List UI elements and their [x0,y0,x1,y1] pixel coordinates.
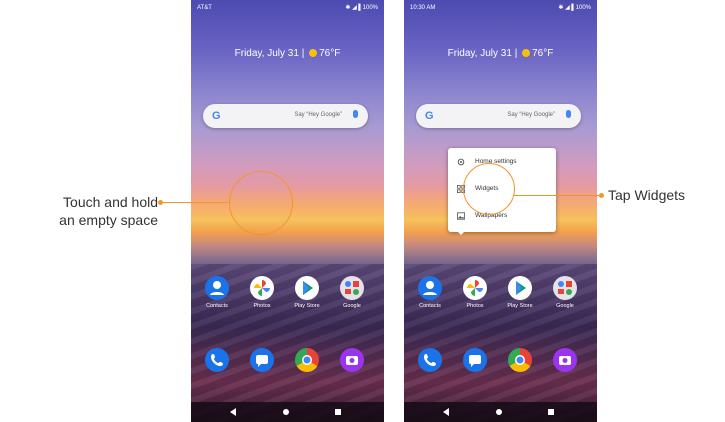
wallpaper-icon [457,212,465,220]
play-store-icon [295,276,319,300]
status-icons: ✱ ◢ ▌100% [345,5,378,11]
back-icon[interactable] [230,408,236,416]
contacts-icon [418,276,442,300]
gear-icon [457,158,465,166]
dock-messages[interactable] [240,348,284,372]
app-row: Contacts Photos Play Store Google [191,276,384,318]
messages-icon [463,348,487,372]
chrome-icon [508,348,532,372]
menu-pointer [457,231,465,235]
callout-left: Touch and hold an empty space [10,193,158,229]
app-label: Google [343,303,361,309]
callout-left-line1: Touch and hold [63,194,158,210]
phone-icon [418,348,442,372]
photos-icon [463,276,487,300]
home-icon[interactable] [283,409,289,415]
app-label: Play Store [507,303,533,309]
back-icon[interactable] [443,408,449,416]
clock-label: 10:30 AM [410,5,436,11]
at-a-glance-widget[interactable]: Friday, July 31 | 76°F [191,48,384,59]
google-folder-icon [553,276,577,300]
callout-left-leader [160,202,230,203]
microphone-icon[interactable] [353,110,358,118]
navigation-bar [404,402,597,422]
dock-phone[interactable] [408,348,452,372]
navigation-bar [191,402,384,422]
search-placeholder: Say “Hey Google” [294,112,342,118]
recents-icon[interactable] [335,409,341,415]
glance-separator: | [301,48,305,59]
camera-icon [340,348,364,372]
tap-indicator-circle [463,163,515,215]
callout-left-dot [158,200,163,205]
app-label: Play Store [294,303,320,309]
app-label: Photos [466,303,484,309]
status-bar: 10:30 AM ✱ ◢ ▌100% [404,0,597,16]
app-label: Contacts [206,303,228,309]
google-folder-icon [340,276,364,300]
play-store-icon [508,276,532,300]
google-search-bar[interactable]: G Say “Hey Google” [203,104,368,128]
app-google-folder[interactable]: Google [543,276,587,309]
dock-camera[interactable] [330,348,374,372]
search-placeholder: Say “Hey Google” [507,112,555,118]
sun-icon [309,49,318,57]
app-play-store[interactable]: Play Store [498,276,542,309]
callout-right-leader [513,195,602,196]
dock-camera[interactable] [543,348,587,372]
app-label: Photos [253,303,271,309]
recents-icon[interactable] [548,409,554,415]
temperature-text: 76°F [532,48,554,59]
app-label: Contacts [419,303,441,309]
google-logo-icon: G [425,110,434,122]
temperature-text: 76°F [319,48,341,59]
google-logo-icon: G [212,110,221,122]
dock-phone[interactable] [195,348,239,372]
app-label: Google [556,303,574,309]
photos-icon [250,276,274,300]
phone-icon [205,348,229,372]
dock [404,348,597,376]
app-contacts[interactable]: Contacts [195,276,239,309]
callout-left-line2: an empty space [59,212,158,228]
microphone-icon[interactable] [566,110,571,118]
glance-separator: | [514,48,518,59]
callout-right-dot [599,193,604,198]
chrome-icon [295,348,319,372]
app-photos[interactable]: Photos [240,276,284,309]
dock-chrome[interactable] [285,348,329,372]
home-icon[interactable] [496,409,502,415]
status-bar: AT&T ✱ ◢ ▌100% [191,0,384,16]
sun-icon [522,49,531,57]
dock-messages[interactable] [453,348,497,372]
google-search-bar[interactable]: G Say “Hey Google” [416,104,581,128]
messages-icon [250,348,274,372]
date-text: Friday, July 31 [234,48,299,59]
contacts-icon [205,276,229,300]
app-contacts[interactable]: Contacts [408,276,452,309]
touch-indicator-circle [229,171,293,235]
app-row: Contacts Photos Play Store Google [404,276,597,318]
app-google-folder[interactable]: Google [330,276,374,309]
app-photos[interactable]: Photos [453,276,497,309]
dock-chrome[interactable] [498,348,542,372]
status-icons: ✱ ◢ ▌100% [558,5,591,11]
app-play-store[interactable]: Play Store [285,276,329,309]
dock [191,348,384,376]
callout-right: Tap Widgets [608,187,686,203]
carrier-label: AT&T [197,5,212,11]
date-text: Friday, July 31 [447,48,512,59]
at-a-glance-widget[interactable]: Friday, July 31 | 76°F [404,48,597,59]
camera-icon [553,348,577,372]
